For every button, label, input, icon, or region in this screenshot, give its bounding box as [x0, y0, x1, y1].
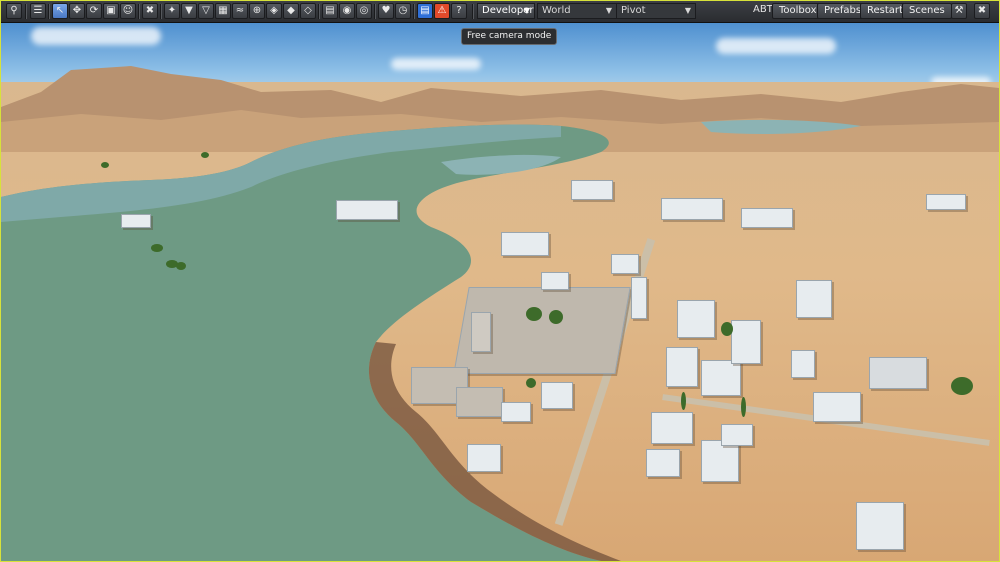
chevron-down-icon: ▼ [523, 6, 530, 15]
pivot-dropdown[interactable]: Pivot ▼ [616, 3, 696, 19]
town-buildings [1, 22, 999, 561]
building [541, 382, 573, 409]
document-icon[interactable]: ▤ [322, 3, 338, 19]
tree [101, 162, 109, 168]
target-icon[interactable]: ⊕ [249, 3, 265, 19]
building [501, 402, 531, 422]
eye-icon[interactable]: ◉ [339, 3, 355, 19]
help-icon[interactable]: ? [451, 3, 467, 19]
world-dropdown-label: World [542, 5, 571, 16]
building [467, 444, 501, 472]
pivot-icon[interactable]: ◇ [300, 3, 316, 19]
triangle-down-icon[interactable]: ▽ [198, 3, 214, 19]
scale-tool-icon[interactable]: ▣ [103, 3, 119, 19]
building [741, 208, 793, 228]
tree [549, 310, 563, 324]
building [121, 214, 151, 228]
tree [951, 377, 973, 395]
scissors-icon[interactable]: ✖ [142, 3, 158, 19]
separator [160, 4, 162, 19]
separator [318, 4, 320, 19]
diamond-icon[interactable]: ◈ [266, 3, 282, 19]
building [661, 198, 723, 220]
pivot-dropdown-label: Pivot [621, 5, 646, 16]
snap-icon[interactable]: ✦ [164, 3, 180, 19]
minaret [631, 277, 647, 319]
scene-viewport[interactable] [1, 22, 999, 561]
building [677, 300, 715, 338]
tree [721, 322, 733, 336]
terrain-icon[interactable]: ≈ [232, 3, 248, 19]
building [541, 272, 569, 290]
building [501, 232, 549, 256]
diamond-solid-icon[interactable]: ◆ [283, 3, 299, 19]
search-icon[interactable]: ⚲ [6, 3, 22, 19]
separator [413, 4, 415, 19]
tree [151, 244, 163, 252]
tree [741, 397, 746, 417]
tree [201, 152, 209, 158]
mode-dropdown[interactable]: Developer ▼ [477, 3, 535, 19]
arrow-down-icon[interactable]: ▼ [181, 3, 197, 19]
abt-label: ABT [753, 4, 773, 15]
tree [176, 262, 186, 270]
building [701, 440, 739, 482]
building [791, 350, 815, 378]
tree [681, 392, 686, 410]
scenes-button[interactable]: Scenes [902, 3, 952, 19]
separator [48, 4, 50, 19]
separator [374, 4, 376, 19]
building [856, 502, 904, 550]
building [651, 412, 693, 444]
building [869, 357, 927, 389]
select-tool-icon[interactable]: ↖ [52, 3, 68, 19]
building [731, 320, 761, 364]
smiley-icon[interactable]: ☺ [120, 3, 136, 19]
list-menu-icon[interactable]: ☰ [30, 3, 46, 19]
building [796, 280, 832, 318]
close-icon[interactable]: ✖ [974, 3, 990, 19]
tooltip: Free camera mode [461, 28, 558, 45]
clock-icon[interactable]: ◷ [395, 3, 411, 19]
editor-toolbar: ⚲ ☰ ↖ ✥ ⟳ ▣ ☺ ✖ ✦ ▼ ▽ ▦ ≈ ⊕ ◈ ◆ ◇ ▤ ◉ ◎ … [1, 1, 999, 23]
building [571, 180, 613, 200]
building [701, 360, 741, 396]
building [721, 424, 753, 446]
save-icon[interactable]: ▤ [417, 3, 433, 19]
heart-icon[interactable]: ♥ [378, 3, 394, 19]
building [336, 200, 398, 220]
tree [526, 307, 542, 321]
warning-icon[interactable]: ⚠ [434, 3, 450, 19]
building [926, 194, 966, 210]
building [666, 347, 698, 387]
building [646, 449, 680, 477]
building [813, 392, 861, 422]
visibility-icon[interactable]: ◎ [356, 3, 372, 19]
separator [138, 4, 140, 19]
separator [472, 4, 474, 19]
tree [526, 378, 536, 388]
toolbox-button[interactable]: Toolbox [772, 3, 824, 19]
building [611, 254, 639, 274]
chevron-down-icon: ▼ [605, 6, 612, 15]
grid-icon[interactable]: ▦ [215, 3, 231, 19]
separator [25, 4, 27, 19]
wrench-icon[interactable]: ⚒ [951, 3, 967, 19]
building [456, 387, 503, 417]
move-tool-icon[interactable]: ✥ [69, 3, 85, 19]
editor-window: ⚲ ☰ ↖ ✥ ⟳ ▣ ☺ ✖ ✦ ▼ ▽ ▦ ≈ ⊕ ◈ ◆ ◇ ▤ ◉ ◎ … [0, 0, 1000, 562]
world-dropdown[interactable]: World ▼ [537, 3, 617, 19]
rotate-tool-icon[interactable]: ⟳ [86, 3, 102, 19]
chevron-down-icon: ▼ [684, 6, 691, 15]
tower [471, 312, 491, 352]
